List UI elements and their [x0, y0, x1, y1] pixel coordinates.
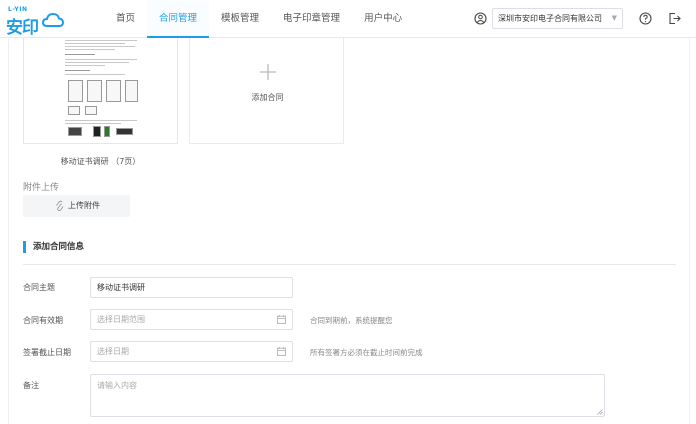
main-nav: 首页 合同管理 模板管理 电子印章管理 用户中心 — [104, 0, 414, 38]
top-header: L-YIN 安印 首页 合同管理 模板管理 电子印章管理 用户中心 深圳市安印电… — [0, 0, 696, 38]
nav-contract-management[interactable]: 合同管理 — [147, 0, 210, 38]
calendar-icon — [277, 347, 286, 356]
logout-icon[interactable] — [668, 12, 681, 25]
validity-label: 合同有效期 — [23, 316, 63, 325]
deadline-hint: 所有签署方必须在截止时间前完成 — [310, 348, 423, 357]
upload-attachment-label: 上传附件 — [68, 201, 100, 210]
validity-date-range-input[interactable]: 选择日期范围 — [90, 309, 293, 330]
subject-label: 合同主题 — [23, 283, 55, 292]
upload-attachment-button[interactable]: 上传附件 — [23, 195, 130, 217]
plus-icon — [260, 64, 276, 80]
remark-textarea[interactable]: 请输入内容 — [90, 374, 605, 417]
company-name: 深圳市安印电子合同有限公司 — [498, 14, 602, 23]
deadline-placeholder: 选择日期 — [97, 347, 129, 356]
document-name: 移动证书调研 （7页） — [60, 157, 141, 166]
add-contract-label: 添加合同 — [251, 93, 284, 102]
remark-label: 备注 — [23, 381, 39, 390]
help-icon[interactable] — [639, 12, 652, 25]
company-select[interactable]: 深圳市安印电子合同有限公司 ▼ — [492, 8, 623, 29]
validity-placeholder: 选择日期范围 — [97, 315, 145, 324]
logo-main-text: 安印 — [6, 18, 39, 38]
subject-input[interactable]: 移动证书调研 — [90, 277, 293, 298]
logo-small-text: L-YIN — [8, 6, 28, 13]
validity-hint: 合同到期前，系统提醒您 — [310, 316, 393, 325]
paperclip-icon — [56, 200, 64, 211]
chevron-down-icon: ▼ — [611, 14, 617, 22]
remark-placeholder: 请输入内容 — [97, 381, 137, 390]
document-thumbnail[interactable] — [23, 38, 178, 144]
deadline-label: 签署截止日期 — [23, 348, 71, 357]
app-logo[interactable]: L-YIN 安印 — [6, 6, 64, 38]
nav-home[interactable]: 首页 — [104, 0, 147, 38]
calendar-icon — [277, 315, 286, 324]
nav-template-management[interactable]: 模板管理 — [209, 0, 271, 38]
add-contract-button[interactable]: 添加合同 — [189, 38, 344, 144]
nav-user-center[interactable]: 用户中心 — [352, 0, 414, 38]
document-page-preview — [61, 38, 143, 142]
nav-seal-management[interactable]: 电子印章管理 — [271, 0, 352, 38]
section-divider — [23, 264, 676, 265]
attachments-title: 附件上传 — [23, 183, 60, 193]
user-circle-icon — [474, 12, 487, 25]
cloud-icon — [42, 12, 64, 27]
deadline-date-input[interactable]: 选择日期 — [90, 341, 293, 362]
section-title: 添加合同信息 — [23, 241, 84, 253]
resize-handle-icon[interactable] — [597, 409, 603, 415]
